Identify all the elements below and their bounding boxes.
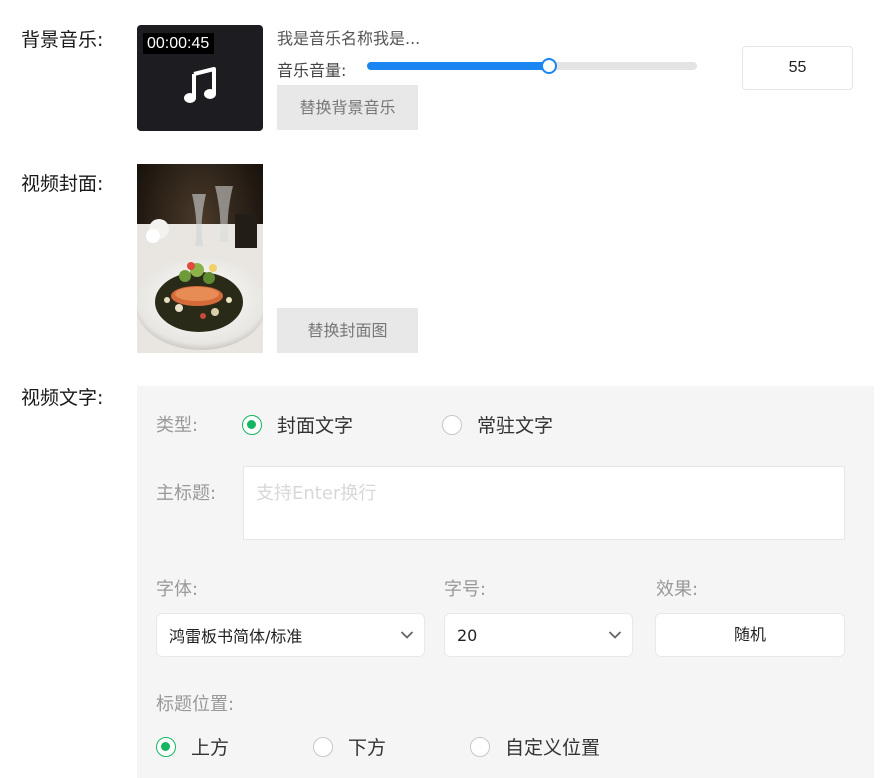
position-option-label: 上方	[191, 737, 230, 759]
position-option-label: 下方	[348, 737, 387, 759]
radio-selected-icon	[242, 414, 262, 435]
type-option-label: 封面文字	[277, 415, 354, 437]
radio-unselected-icon	[442, 414, 462, 435]
type-option-label: 常驻文字	[477, 415, 554, 437]
cover-photo	[137, 164, 263, 353]
type-option-cover-text[interactable]: 封面文字	[242, 411, 353, 438]
effect-label: 效果:	[656, 579, 699, 600]
text-section-label: 视频文字:	[21, 387, 104, 409]
main-title-textarea[interactable]: 支持Enter换行	[243, 466, 845, 540]
music-note-icon	[184, 67, 216, 103]
replace-cover-button[interactable]: 替换封面图	[277, 308, 418, 353]
position-option-bottom[interactable]: 下方	[313, 733, 386, 760]
radio-selected-icon	[156, 736, 176, 757]
position-option-label: 自定义位置	[505, 737, 601, 759]
volume-value-input[interactable]: 55	[742, 46, 853, 90]
radio-unselected-icon	[470, 736, 490, 757]
volume-slider-fill	[367, 62, 549, 70]
volume-label: 音乐音量:	[277, 61, 347, 80]
font-size-select-value: 20	[457, 625, 478, 645]
type-label: 类型:	[156, 415, 199, 436]
cover-image	[137, 164, 263, 353]
cover-section-label: 视频封面:	[21, 173, 104, 195]
volume-slider-handle[interactable]	[540, 58, 557, 74]
font-select-value: 鸿雷板书简体/标准	[169, 627, 303, 646]
font-size-label: 字号:	[444, 579, 487, 600]
position-option-custom[interactable]: 自定义位置	[470, 733, 600, 760]
font-label: 字体:	[156, 579, 199, 600]
title-position-label: 标题位置:	[156, 694, 235, 715]
font-select[interactable]: 鸿雷板书简体/标准	[156, 613, 425, 657]
replace-music-button[interactable]: 替换背景音乐	[277, 85, 418, 130]
effect-random-button[interactable]: 随机	[655, 613, 845, 657]
music-title: 我是音乐名称我是...	[277, 29, 421, 48]
video-text-panel: 类型: 封面文字 常驻文字 主标题: 支持Enter换行 字体: 字号: 效果:…	[137, 386, 874, 778]
main-title-label: 主标题:	[156, 483, 217, 504]
type-option-persistent-text[interactable]: 常驻文字	[442, 411, 553, 438]
music-duration: 00:00:45	[143, 33, 215, 54]
music-section-label: 背景音乐:	[21, 29, 104, 51]
volume-slider[interactable]	[367, 58, 697, 74]
chevron-down-icon	[400, 631, 414, 639]
music-thumbnail[interactable]: 00:00:45	[137, 25, 263, 131]
position-option-top[interactable]: 上方	[156, 733, 229, 760]
chevron-down-icon	[608, 631, 622, 639]
font-size-select[interactable]: 20	[444, 613, 633, 657]
radio-unselected-icon	[313, 736, 333, 757]
